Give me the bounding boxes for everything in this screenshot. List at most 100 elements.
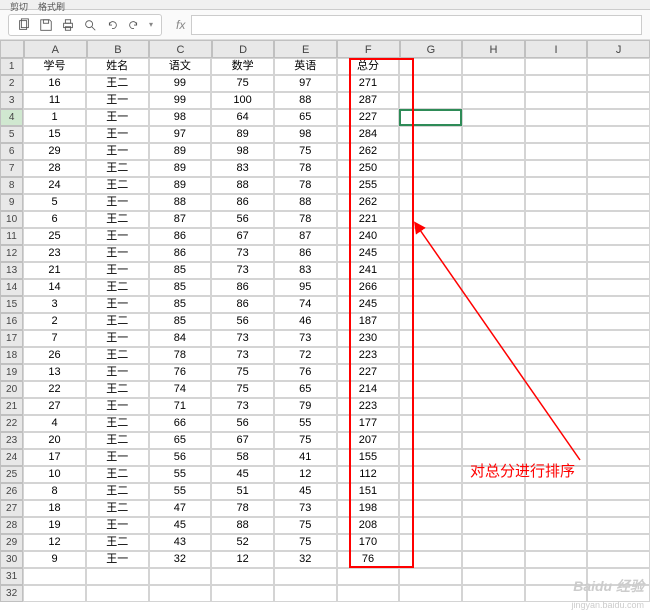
cell[interactable]: 45 bbox=[149, 517, 212, 534]
row-header[interactable]: 5 bbox=[0, 126, 23, 143]
cell[interactable]: 221 bbox=[337, 211, 400, 228]
cell[interactable]: 88 bbox=[211, 517, 274, 534]
cell[interactable]: 22 bbox=[23, 381, 86, 398]
cell[interactable]: 89 bbox=[211, 126, 274, 143]
cell[interactable]: 223 bbox=[337, 398, 400, 415]
cell[interactable]: 78 bbox=[274, 211, 337, 228]
cell[interactable]: 85 bbox=[149, 262, 212, 279]
cell[interactable]: 王一 bbox=[86, 551, 149, 568]
row-header[interactable]: 4 bbox=[0, 109, 23, 126]
cell[interactable] bbox=[399, 160, 462, 177]
cell[interactable]: 97 bbox=[149, 126, 212, 143]
cell[interactable]: 王一 bbox=[86, 109, 149, 126]
cell[interactable]: 15 bbox=[23, 126, 86, 143]
cell[interactable]: 65 bbox=[149, 432, 212, 449]
cell[interactable]: 73 bbox=[211, 245, 274, 262]
cell[interactable]: 18 bbox=[23, 500, 86, 517]
cell[interactable]: 王二 bbox=[86, 160, 149, 177]
column-header[interactable]: B bbox=[87, 40, 150, 58]
cell[interactable]: 67 bbox=[211, 228, 274, 245]
cell[interactable] bbox=[525, 194, 588, 211]
cell[interactable]: 72 bbox=[274, 347, 337, 364]
cell[interactable]: 75 bbox=[211, 364, 274, 381]
cell[interactable]: 262 bbox=[337, 194, 400, 211]
cell[interactable]: 王二 bbox=[86, 432, 149, 449]
cell[interactable] bbox=[587, 262, 650, 279]
cell[interactable]: 64 bbox=[211, 109, 274, 126]
cell[interactable]: 87 bbox=[149, 211, 212, 228]
cell[interactable]: 79 bbox=[274, 398, 337, 415]
cell[interactable]: 20 bbox=[23, 432, 86, 449]
cell[interactable] bbox=[462, 194, 525, 211]
cell[interactable]: 95 bbox=[274, 279, 337, 296]
cell[interactable]: 86 bbox=[149, 245, 212, 262]
cell[interactable] bbox=[399, 347, 462, 364]
row-header[interactable]: 25 bbox=[0, 466, 23, 483]
cell[interactable] bbox=[462, 313, 525, 330]
cell[interactable]: 78 bbox=[149, 347, 212, 364]
cell[interactable] bbox=[399, 534, 462, 551]
cell[interactable]: 100 bbox=[211, 92, 274, 109]
cell[interactable]: 86 bbox=[211, 296, 274, 313]
cell[interactable] bbox=[399, 466, 462, 483]
column-header[interactable]: C bbox=[149, 40, 212, 58]
cell[interactable]: 112 bbox=[337, 466, 400, 483]
cell[interactable]: 284 bbox=[337, 126, 400, 143]
cell[interactable] bbox=[525, 330, 588, 347]
cell[interactable]: 14 bbox=[23, 279, 86, 296]
cell[interactable]: 29 bbox=[23, 143, 86, 160]
cell[interactable] bbox=[587, 245, 650, 262]
cell[interactable]: 89 bbox=[149, 143, 212, 160]
cell[interactable]: 47 bbox=[149, 500, 212, 517]
cell[interactable] bbox=[462, 245, 525, 262]
cell[interactable]: 250 bbox=[337, 160, 400, 177]
cell[interactable]: 85 bbox=[149, 279, 212, 296]
cell[interactable]: 67 bbox=[211, 432, 274, 449]
cell[interactable]: 28 bbox=[23, 160, 86, 177]
row-header[interactable]: 3 bbox=[0, 92, 23, 109]
cell[interactable] bbox=[462, 517, 525, 534]
cell[interactable]: 98 bbox=[149, 109, 212, 126]
cell[interactable]: 总分 bbox=[337, 58, 400, 75]
print-icon[interactable] bbox=[61, 18, 75, 32]
cell[interactable] bbox=[462, 585, 525, 602]
cell[interactable] bbox=[587, 398, 650, 415]
cell[interactable]: 78 bbox=[274, 177, 337, 194]
cell[interactable] bbox=[462, 177, 525, 194]
cell[interactable] bbox=[587, 194, 650, 211]
cell[interactable] bbox=[462, 160, 525, 177]
cell[interactable] bbox=[399, 279, 462, 296]
cell[interactable]: 王一 bbox=[86, 126, 149, 143]
cell[interactable]: 287 bbox=[337, 92, 400, 109]
cell[interactable] bbox=[337, 568, 400, 585]
cell[interactable] bbox=[399, 194, 462, 211]
cell[interactable] bbox=[525, 262, 588, 279]
column-header[interactable]: G bbox=[400, 40, 463, 58]
cell[interactable]: 65 bbox=[274, 381, 337, 398]
undo-icon[interactable] bbox=[105, 18, 119, 32]
column-header[interactable]: I bbox=[525, 40, 588, 58]
cell[interactable]: 数学 bbox=[211, 58, 274, 75]
cell[interactable] bbox=[587, 279, 650, 296]
cell[interactable]: 51 bbox=[211, 483, 274, 500]
cell[interactable]: 55 bbox=[274, 415, 337, 432]
cell[interactable] bbox=[587, 415, 650, 432]
cell[interactable] bbox=[462, 568, 525, 585]
cell[interactable]: 240 bbox=[337, 228, 400, 245]
cell[interactable]: 85 bbox=[149, 313, 212, 330]
cell[interactable] bbox=[587, 500, 650, 517]
row-header[interactable]: 30 bbox=[0, 551, 23, 568]
cell[interactable] bbox=[587, 466, 650, 483]
cell[interactable] bbox=[23, 568, 86, 585]
cell[interactable]: 262 bbox=[337, 143, 400, 160]
cell[interactable]: 王二 bbox=[86, 75, 149, 92]
cell[interactable] bbox=[462, 126, 525, 143]
cell[interactable] bbox=[587, 517, 650, 534]
cell[interactable]: 11 bbox=[23, 92, 86, 109]
cell[interactable] bbox=[211, 585, 274, 602]
cell[interactable]: 255 bbox=[337, 177, 400, 194]
cell[interactable]: 271 bbox=[337, 75, 400, 92]
cell[interactable]: 55 bbox=[149, 466, 212, 483]
cell[interactable]: 王一 bbox=[86, 245, 149, 262]
cell[interactable]: 52 bbox=[211, 534, 274, 551]
